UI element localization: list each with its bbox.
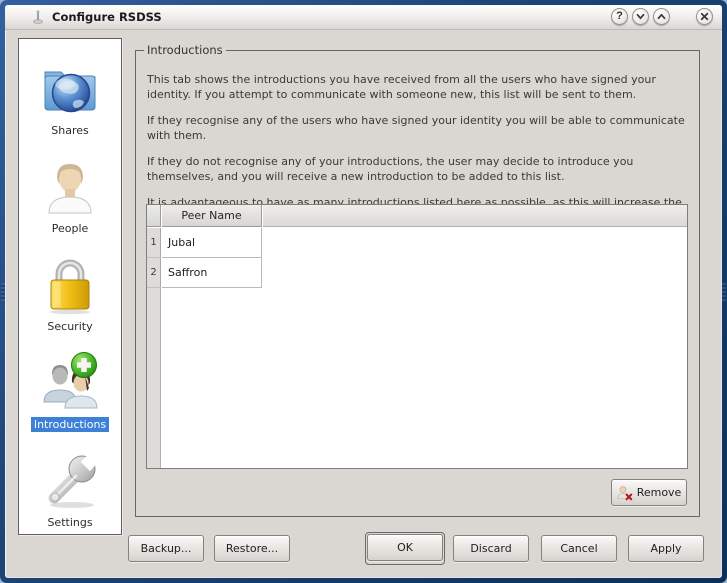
table-header-filler <box>263 205 687 227</box>
person-icon <box>38 154 102 218</box>
shade-button[interactable] <box>632 8 649 25</box>
ok-button-default-ring: OK <box>365 532 445 565</box>
close-icon <box>697 9 712 24</box>
discard-button-label: Discard <box>470 542 511 555</box>
titlebar[interactable]: Configure RSDSS ? <box>5 5 722 30</box>
chevron-up-icon <box>654 9 669 24</box>
sidebar-item-label: Shares <box>48 123 91 138</box>
sidebar: Shares People <box>18 38 122 535</box>
groupbox-title: Introductions <box>144 43 226 57</box>
introductions-groupbox: Introductions This tab shows the introdu… <box>135 50 700 517</box>
sidebar-item-security[interactable]: Security <box>19 252 121 334</box>
backup-button[interactable]: Backup... <box>128 535 204 562</box>
chevron-down-icon <box>633 9 648 24</box>
sidebar-item-label: Introductions <box>31 417 109 432</box>
sidebar-item-shares[interactable]: Shares <box>19 56 121 138</box>
remove-button-label: Remove <box>637 486 682 499</box>
restore-button[interactable]: Restore... <box>214 535 290 562</box>
cancel-button-label: Cancel <box>560 542 597 555</box>
question-icon: ? <box>616 11 623 22</box>
folder-globe-icon <box>38 56 102 120</box>
apply-button-label: Apply <box>650 542 681 555</box>
sidebar-item-people[interactable]: People <box>19 154 121 236</box>
window-body: Configure RSDSS ? <box>5 5 722 578</box>
intro-paragraph: If they do not recognise any of your int… <box>147 155 692 184</box>
peers-table: Peer Name 1 Jubal 2 Saffron <box>146 204 688 469</box>
peer-name-cell[interactable]: Saffron <box>162 258 262 288</box>
column-header-peer-name[interactable]: Peer Name <box>162 205 262 227</box>
ok-button-label: OK <box>397 541 413 554</box>
sidebar-item-label: Security <box>44 319 95 334</box>
unshade-button[interactable] <box>653 8 670 25</box>
configure-rsdss-window: Configure RSDSS ? <box>0 0 727 583</box>
sidebar-item-label: People <box>49 221 92 236</box>
intro-paragraph: If they recognise any of the users who h… <box>147 114 692 143</box>
peer-name-cell[interactable]: Jubal <box>162 228 262 258</box>
sidebar-item-introductions[interactable]: Introductions <box>19 350 121 432</box>
intro-paragraph: This tab shows the introductions you hav… <box>147 73 692 102</box>
row-header[interactable]: 2 <box>147 258 161 288</box>
row-header[interactable]: 1 <box>147 228 161 258</box>
wrench-icon <box>38 448 102 512</box>
window-title: Configure RSDSS <box>52 10 162 24</box>
discard-button[interactable]: Discard <box>453 535 529 562</box>
help-button[interactable]: ? <box>611 8 628 25</box>
antenna-icon <box>30 9 46 25</box>
table-corner <box>147 205 161 227</box>
sidebar-item-settings[interactable]: Settings <box>19 448 121 530</box>
people-plus-icon <box>38 350 102 414</box>
close-button[interactable] <box>696 8 713 25</box>
apply-button[interactable]: Apply <box>628 535 704 562</box>
sidebar-item-label: Settings <box>44 515 95 530</box>
cancel-button[interactable]: Cancel <box>541 535 617 562</box>
resize-grip-right[interactable] <box>722 283 726 301</box>
backup-button-label: Backup... <box>141 542 192 555</box>
remove-button[interactable]: Remove <box>611 479 687 506</box>
padlock-icon <box>38 252 102 316</box>
restore-button-label: Restore... <box>226 542 278 555</box>
person-remove-icon <box>617 485 633 501</box>
ok-button[interactable]: OK <box>367 534 443 561</box>
